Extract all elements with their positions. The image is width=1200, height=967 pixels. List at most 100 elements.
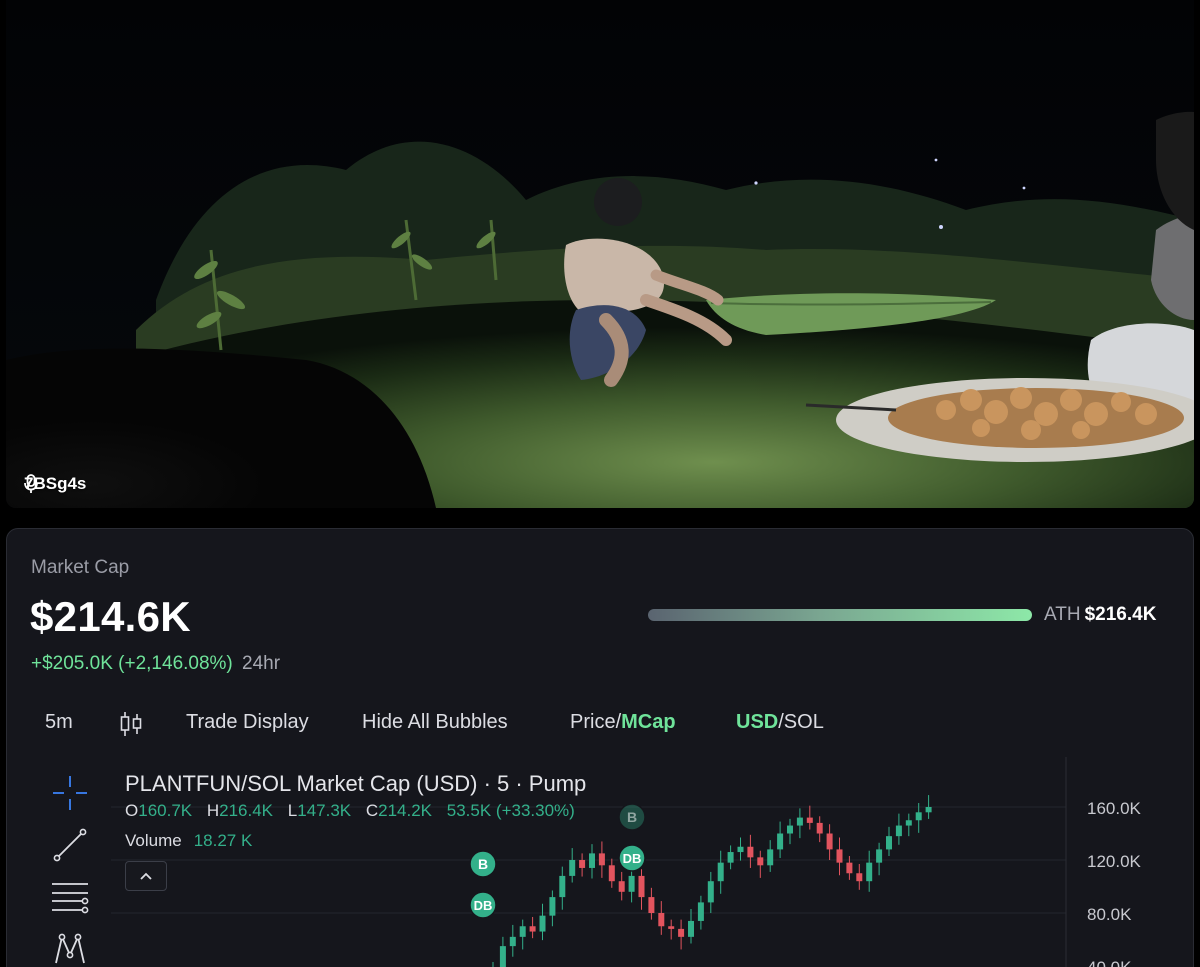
- y-tick-label: 40.0K: [1087, 958, 1131, 967]
- usd-option: USD: [736, 711, 779, 733]
- candle-body: [876, 849, 883, 863]
- trend-line-icon: [53, 828, 87, 862]
- candle-body: [598, 853, 605, 866]
- change-value: 53.5K (+33.30%): [446, 801, 575, 820]
- candle-body: [589, 853, 595, 868]
- candle-body: [638, 875, 645, 898]
- crosshair-icon: [53, 776, 87, 810]
- candle-body: [806, 817, 813, 823]
- y-tick-label: 160.0K: [1087, 799, 1141, 818]
- open-label: O: [125, 801, 139, 820]
- mcap-option: MCap: [621, 711, 676, 733]
- close-label: C: [365, 801, 379, 820]
- candle-body: [727, 852, 734, 863]
- token-panel: Market Cap $214.6K +$205.0K (+2,146.08%)…: [6, 528, 1194, 967]
- candle-body: [678, 928, 685, 937]
- trade-bubble: DB: [618, 844, 646, 872]
- live-stream-video[interactable]: 7BSg4s: [6, 0, 1194, 508]
- price-mcap-toggle[interactable]: Price/MCap: [570, 711, 676, 734]
- chart-toolbar: 5m Trade Display Hide All Bubbles Price/…: [7, 711, 1193, 741]
- interval-selector[interactable]: 5m: [45, 711, 73, 734]
- trade-bubble-label: DB: [474, 898, 493, 913]
- fib-tool[interactable]: [47, 877, 93, 917]
- chevron-up-icon: [140, 872, 152, 880]
- change-amount: +$205.0K (+2,146.08%): [31, 653, 233, 674]
- chart-title: PLANTFUN/SOL Market Cap (USD) · 5 · Pump: [125, 771, 587, 796]
- candlestick-icon[interactable]: [119, 711, 143, 737]
- candle-body: [717, 862, 724, 882]
- ohlc-legend: O160.7K H216.4K L147.3K C214.2K 53.5K (+…: [125, 801, 585, 821]
- candle-body: [925, 807, 932, 813]
- candle-body: [737, 846, 744, 853]
- candle-body: [529, 926, 536, 932]
- candle-body: [549, 897, 556, 916]
- high-value: 216.4K: [219, 801, 274, 820]
- high-label: H: [206, 801, 220, 820]
- hide-bubbles-toggle[interactable]: Hide All Bubbles: [362, 711, 508, 734]
- candle-body: [757, 857, 764, 866]
- trade-bubble: DB: [469, 891, 497, 919]
- candle-body: [539, 915, 546, 932]
- trade-bubble-label: DB: [623, 851, 642, 866]
- ath-value: $216.4K: [1084, 604, 1157, 625]
- candle-body: [796, 817, 803, 826]
- candle-body: [569, 860, 576, 876]
- sol-option: /SOL: [778, 711, 824, 733]
- ath-label: ATH: [1044, 604, 1081, 625]
- volume-legend: Volume 18.27 K: [125, 831, 252, 851]
- candle-body: [697, 902, 704, 921]
- trade-bubble-label: B: [627, 809, 637, 825]
- candle-body: [707, 881, 714, 903]
- candle-body: [628, 875, 635, 892]
- volume-value: 18.27 K: [193, 831, 253, 850]
- price-option: Price/: [570, 711, 622, 733]
- change-period: 24hr: [242, 653, 281, 674]
- candle-body: [886, 836, 892, 850]
- volume-label: Volume: [125, 831, 182, 850]
- pattern-tool[interactable]: [47, 929, 93, 967]
- low-value: 147.3K: [297, 801, 352, 820]
- candle-body: [866, 862, 873, 882]
- candle-body: [836, 849, 843, 863]
- y-tick-label: 80.0K: [1087, 905, 1132, 924]
- trade-display-toggle[interactable]: Trade Display: [186, 711, 309, 734]
- trend-line-tool[interactable]: [47, 825, 93, 865]
- stream-frame-image: [6, 0, 1194, 508]
- candle-body: [579, 860, 586, 868]
- candle-body: [816, 822, 823, 834]
- pattern-icon: [55, 933, 85, 964]
- market-cap-change: +$205.0K (+2,146.08%) 24hr: [31, 653, 280, 675]
- candle-body: [499, 946, 506, 967]
- currency-toggle[interactable]: USD/SOL: [736, 711, 824, 734]
- candle-body: [767, 849, 774, 866]
- candle-body: [846, 862, 853, 874]
- ath-info: ATH $216.4K: [1044, 604, 1156, 626]
- open-value: 160.7K: [138, 801, 193, 820]
- candle-body: [826, 833, 833, 850]
- candle-body: [688, 920, 694, 937]
- ath-progress-bar: [648, 609, 1032, 621]
- candle-body: [787, 825, 793, 834]
- trade-bubble: B: [618, 803, 646, 831]
- candle-body: [856, 873, 863, 882]
- candle-body: [608, 865, 615, 882]
- candle-body: [777, 833, 784, 850]
- candle-body: [658, 913, 665, 927]
- trade-bubble: B: [469, 850, 497, 878]
- collapse-legend-button[interactable]: [125, 861, 167, 891]
- low-label: L: [287, 801, 298, 820]
- market-cap-value: $214.6K: [30, 593, 191, 640]
- y-tick-label: 120.0K: [1087, 852, 1141, 871]
- candle-body: [668, 926, 675, 929]
- crosshair-tool[interactable]: [47, 773, 93, 813]
- candle-body: [559, 875, 566, 898]
- candle-body: [905, 820, 912, 826]
- trade-bubble-label: B: [478, 856, 488, 872]
- market-cap-label: Market Cap: [31, 557, 130, 578]
- price-chart[interactable]: B DB B DB PLANTFUN/SOL Market Cap (USD) · 5…: [111, 757, 1195, 967]
- candle-body: [648, 897, 655, 913]
- candle-body: [895, 825, 902, 837]
- candle-body: [747, 846, 754, 858]
- horizontal-lines-icon: [52, 883, 89, 914]
- candle-body: [519, 926, 526, 937]
